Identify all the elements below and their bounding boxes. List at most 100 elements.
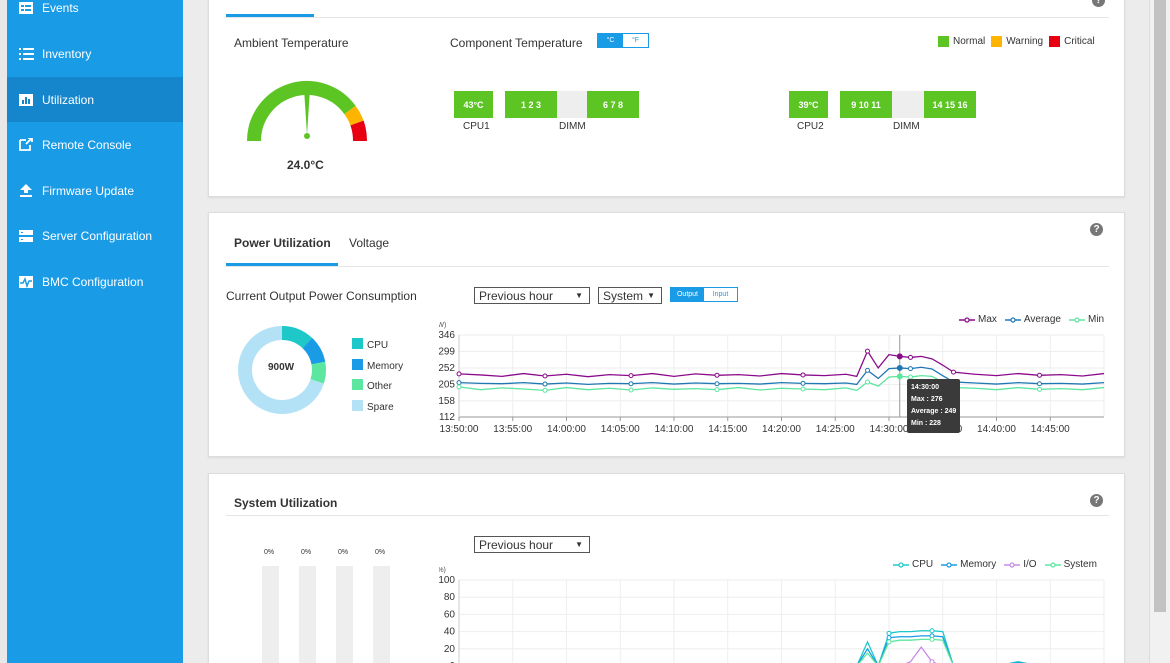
chevron-down-icon: ▼ xyxy=(575,540,583,549)
system-range-select[interactable]: Previous hour ▼ xyxy=(474,536,590,553)
sidebar: Events Inventory Utilization Remote Cons… xyxy=(0,0,183,663)
sidebar-item-server-configuration[interactable]: Server Configuration xyxy=(7,213,183,258)
power-consumption-title: Current Output Power Consumption xyxy=(226,289,417,303)
cpu2-temperature[interactable]: 39°C xyxy=(789,91,828,118)
data-point xyxy=(886,630,892,636)
x-tick-label: 14:40:00 xyxy=(977,424,1016,435)
data-point xyxy=(1037,386,1042,392)
output-button[interactable]: Output xyxy=(671,288,704,301)
x-tick-label: 14:10:00 xyxy=(655,424,694,435)
ambient-temperature-title: Ambient Temperature xyxy=(234,36,349,50)
ambient-temperature-value: 24.0°C xyxy=(287,158,324,172)
data-point xyxy=(628,381,634,387)
data-point xyxy=(886,639,892,645)
data-point xyxy=(714,381,720,387)
system-percent: 0% xyxy=(375,549,386,556)
data-point xyxy=(628,373,634,379)
data-point xyxy=(628,387,634,393)
data-point xyxy=(865,348,870,354)
x-tick-label: 14:15:00 xyxy=(708,424,747,435)
dimm-group-1[interactable]: 1 2 3 xyxy=(505,91,557,118)
sidebar-item-utilization[interactable]: Utilization xyxy=(7,77,183,122)
data-point xyxy=(542,373,548,379)
tab-voltage[interactable]: Voltage xyxy=(349,236,389,250)
data-point xyxy=(542,387,548,393)
cpu-bar xyxy=(262,566,279,663)
dimm-group-empty xyxy=(892,91,924,118)
y-tick-label: 40 xyxy=(444,627,456,638)
x-tick-label: 13:50:00 xyxy=(440,424,479,435)
data-point xyxy=(714,387,720,393)
help-icon[interactable]: ? xyxy=(1090,494,1103,507)
y-axis-label: (W) xyxy=(439,322,446,329)
gauge-needle xyxy=(304,89,310,135)
data-point xyxy=(908,354,913,360)
data-point xyxy=(800,372,806,378)
y-tick-label: 100 xyxy=(439,575,455,586)
power-card: Power Utilization Voltage ? Current Outp… xyxy=(208,212,1125,457)
y-tick-label: 60 xyxy=(444,609,456,620)
hover-point xyxy=(896,364,903,371)
data-point xyxy=(800,386,806,392)
power-line-chart: (W) 112 158 205 252 299 346 13:50:00 13:55:00 14:… xyxy=(439,322,1105,435)
data-point xyxy=(886,635,892,641)
bar-chart-icon xyxy=(18,93,34,107)
y-tick-label: 346 xyxy=(439,330,455,341)
data-point xyxy=(456,380,462,386)
sidebar-item-firmware-update[interactable]: Firmware Update xyxy=(7,168,183,213)
donut-legend: CPU Memory Other Spare xyxy=(352,336,403,418)
system-utilization-title: System Utilization xyxy=(234,496,338,510)
cpu1-label: CPU1 xyxy=(463,121,490,132)
x-tick-label: 13:55:00 xyxy=(493,424,532,435)
x-tick-label: 14:00:00 xyxy=(547,424,586,435)
sidebar-item-bmc-configuration[interactable]: BMC Configuration xyxy=(7,259,183,304)
y-tick-label: 80 xyxy=(444,592,456,603)
dimm-group-3[interactable]: 9 10 11 xyxy=(840,91,892,118)
data-point xyxy=(714,372,720,378)
sidebar-item-events[interactable]: Events xyxy=(7,0,183,30)
sidebar-item-inventory[interactable]: Inventory xyxy=(7,31,183,76)
help-icon[interactable]: ? xyxy=(1092,0,1105,7)
dimm-label: DIMM xyxy=(559,121,586,132)
y-axis-label: (%) xyxy=(439,567,446,574)
system-bar xyxy=(373,566,390,663)
x-tick-label: 14:30:00 xyxy=(870,424,909,435)
temperature-legend: Normal Warning Critical xyxy=(938,36,1095,47)
chevron-down-icon: ▼ xyxy=(647,291,655,300)
temperature-unit-toggle[interactable]: °C °F xyxy=(597,33,649,48)
sidebar-item-label: Remote Console xyxy=(42,137,132,152)
data-point xyxy=(1037,372,1042,378)
power-output-input-toggle[interactable]: Output Input xyxy=(670,287,738,302)
cpu-percent: 0% xyxy=(264,549,275,556)
events-icon xyxy=(18,1,34,15)
data-point xyxy=(929,636,935,642)
tab-power-utilization[interactable]: Power Utilization xyxy=(234,236,331,250)
sidebar-item-label: Inventory xyxy=(42,46,92,61)
scrollbar-thumb[interactable] xyxy=(1154,0,1166,612)
cpu1-temperature[interactable]: 43°C xyxy=(454,91,493,118)
dimm-group-2[interactable]: 6 7 8 xyxy=(587,91,639,118)
dimm-group-4[interactable]: 14 15 16 xyxy=(924,91,976,118)
upload-icon xyxy=(18,184,34,198)
unit-celsius-button[interactable]: °C xyxy=(598,34,623,47)
power-range-select[interactable]: Previous hour ▼ xyxy=(474,287,590,304)
sidebar-item-remote-console[interactable]: Remote Console xyxy=(7,122,183,167)
system-utilization-card: System Utilization ? 0% 0% 0% 0% Previou… xyxy=(208,473,1125,663)
x-tick-label: 14:45:00 xyxy=(1031,424,1070,435)
io-percent: 0% xyxy=(338,549,349,556)
input-button[interactable]: Input xyxy=(704,288,737,301)
power-scope-select[interactable]: System ▼ xyxy=(598,287,662,304)
sidebar-item-label: BMC Configuration xyxy=(42,274,144,289)
data-point xyxy=(456,371,462,377)
x-tick-label: 14:25:00 xyxy=(816,424,855,435)
y-tick-label: 20 xyxy=(444,644,456,655)
system-line-chart: (%)020406080100 xyxy=(439,567,1105,663)
scrollbar[interactable] xyxy=(1149,0,1170,663)
component-temperature-title: Component Temperature xyxy=(450,36,583,50)
unit-fahrenheit-button[interactable]: °F xyxy=(623,34,648,47)
cpu2-label: CPU2 xyxy=(797,121,824,132)
data-point xyxy=(865,367,870,373)
donut-center-label: 900W xyxy=(268,362,295,373)
help-icon[interactable]: ? xyxy=(1090,223,1103,236)
data-point xyxy=(929,628,935,634)
